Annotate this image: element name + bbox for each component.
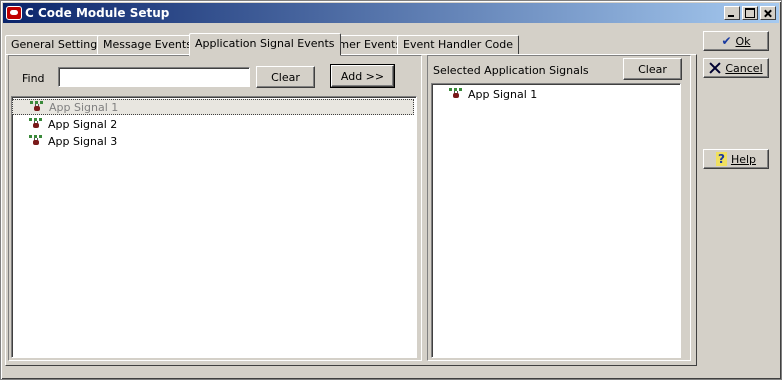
close-button[interactable] [760, 6, 776, 20]
tab-application-signal-events[interactable]: Application Signal Events [189, 33, 341, 56]
selected-signals-group: Selected Application Signals Clear App S… [427, 55, 691, 361]
tab-message-events[interactable]: Message Events [97, 35, 198, 55]
list-item-label: App Signal 2 [48, 117, 118, 131]
app-signal-icon [28, 134, 44, 148]
find-input[interactable] [58, 67, 250, 87]
checkmark-icon: ✔ [721, 34, 732, 48]
selected-signals-title: Selected Application Signals [433, 64, 589, 77]
available-signals-group: Find Clear Add >> App Signal 1 App Signa… [8, 55, 422, 361]
find-clear-button[interactable]: Clear [256, 66, 315, 88]
find-label: Find [22, 72, 45, 85]
list-item-label: App Signal 1 [468, 87, 538, 101]
window-title: C Code Module Setup [25, 6, 170, 20]
minimize-button[interactable] [724, 6, 740, 20]
add-button[interactable]: Add >> [330, 64, 395, 88]
question-icon: ? [715, 152, 727, 166]
selected-signals-list[interactable]: App Signal 1 [431, 83, 681, 358]
tab-panel: Find Clear Add >> App Signal 1 App Signa… [5, 54, 697, 366]
dialog-window: C Code Module Setup General Settings Mes… [0, 0, 782, 380]
app-icon [6, 6, 22, 20]
list-item-label: App Signal 1 [49, 100, 119, 114]
x-icon [709, 62, 721, 74]
available-signals-list[interactable]: App Signal 1 App Signal 2 App Signal 3 [11, 96, 417, 358]
list-item[interactable]: App Signal 2 [12, 116, 117, 132]
app-signal-icon [28, 117, 44, 131]
app-signal-icon [448, 87, 464, 101]
help-button[interactable]: ? Help [703, 149, 769, 169]
list-item[interactable]: App Signal 1 [432, 86, 537, 102]
title-bar: C Code Module Setup [3, 3, 779, 23]
selected-clear-button[interactable]: Clear [623, 58, 682, 80]
list-item[interactable]: App Signal 1 [12, 99, 414, 115]
ok-button[interactable]: ✔ Ok [703, 31, 769, 51]
maximize-button[interactable] [742, 6, 758, 20]
cancel-button[interactable]: Cancel [703, 58, 769, 78]
tab-event-handler-code[interactable]: Event Handler Code [397, 35, 519, 55]
list-item[interactable]: App Signal 3 [12, 133, 117, 149]
window-controls [722, 6, 776, 20]
tab-general-settings[interactable]: General Settings [5, 35, 109, 55]
app-signal-icon [29, 100, 45, 114]
list-item-label: App Signal 3 [48, 134, 118, 148]
